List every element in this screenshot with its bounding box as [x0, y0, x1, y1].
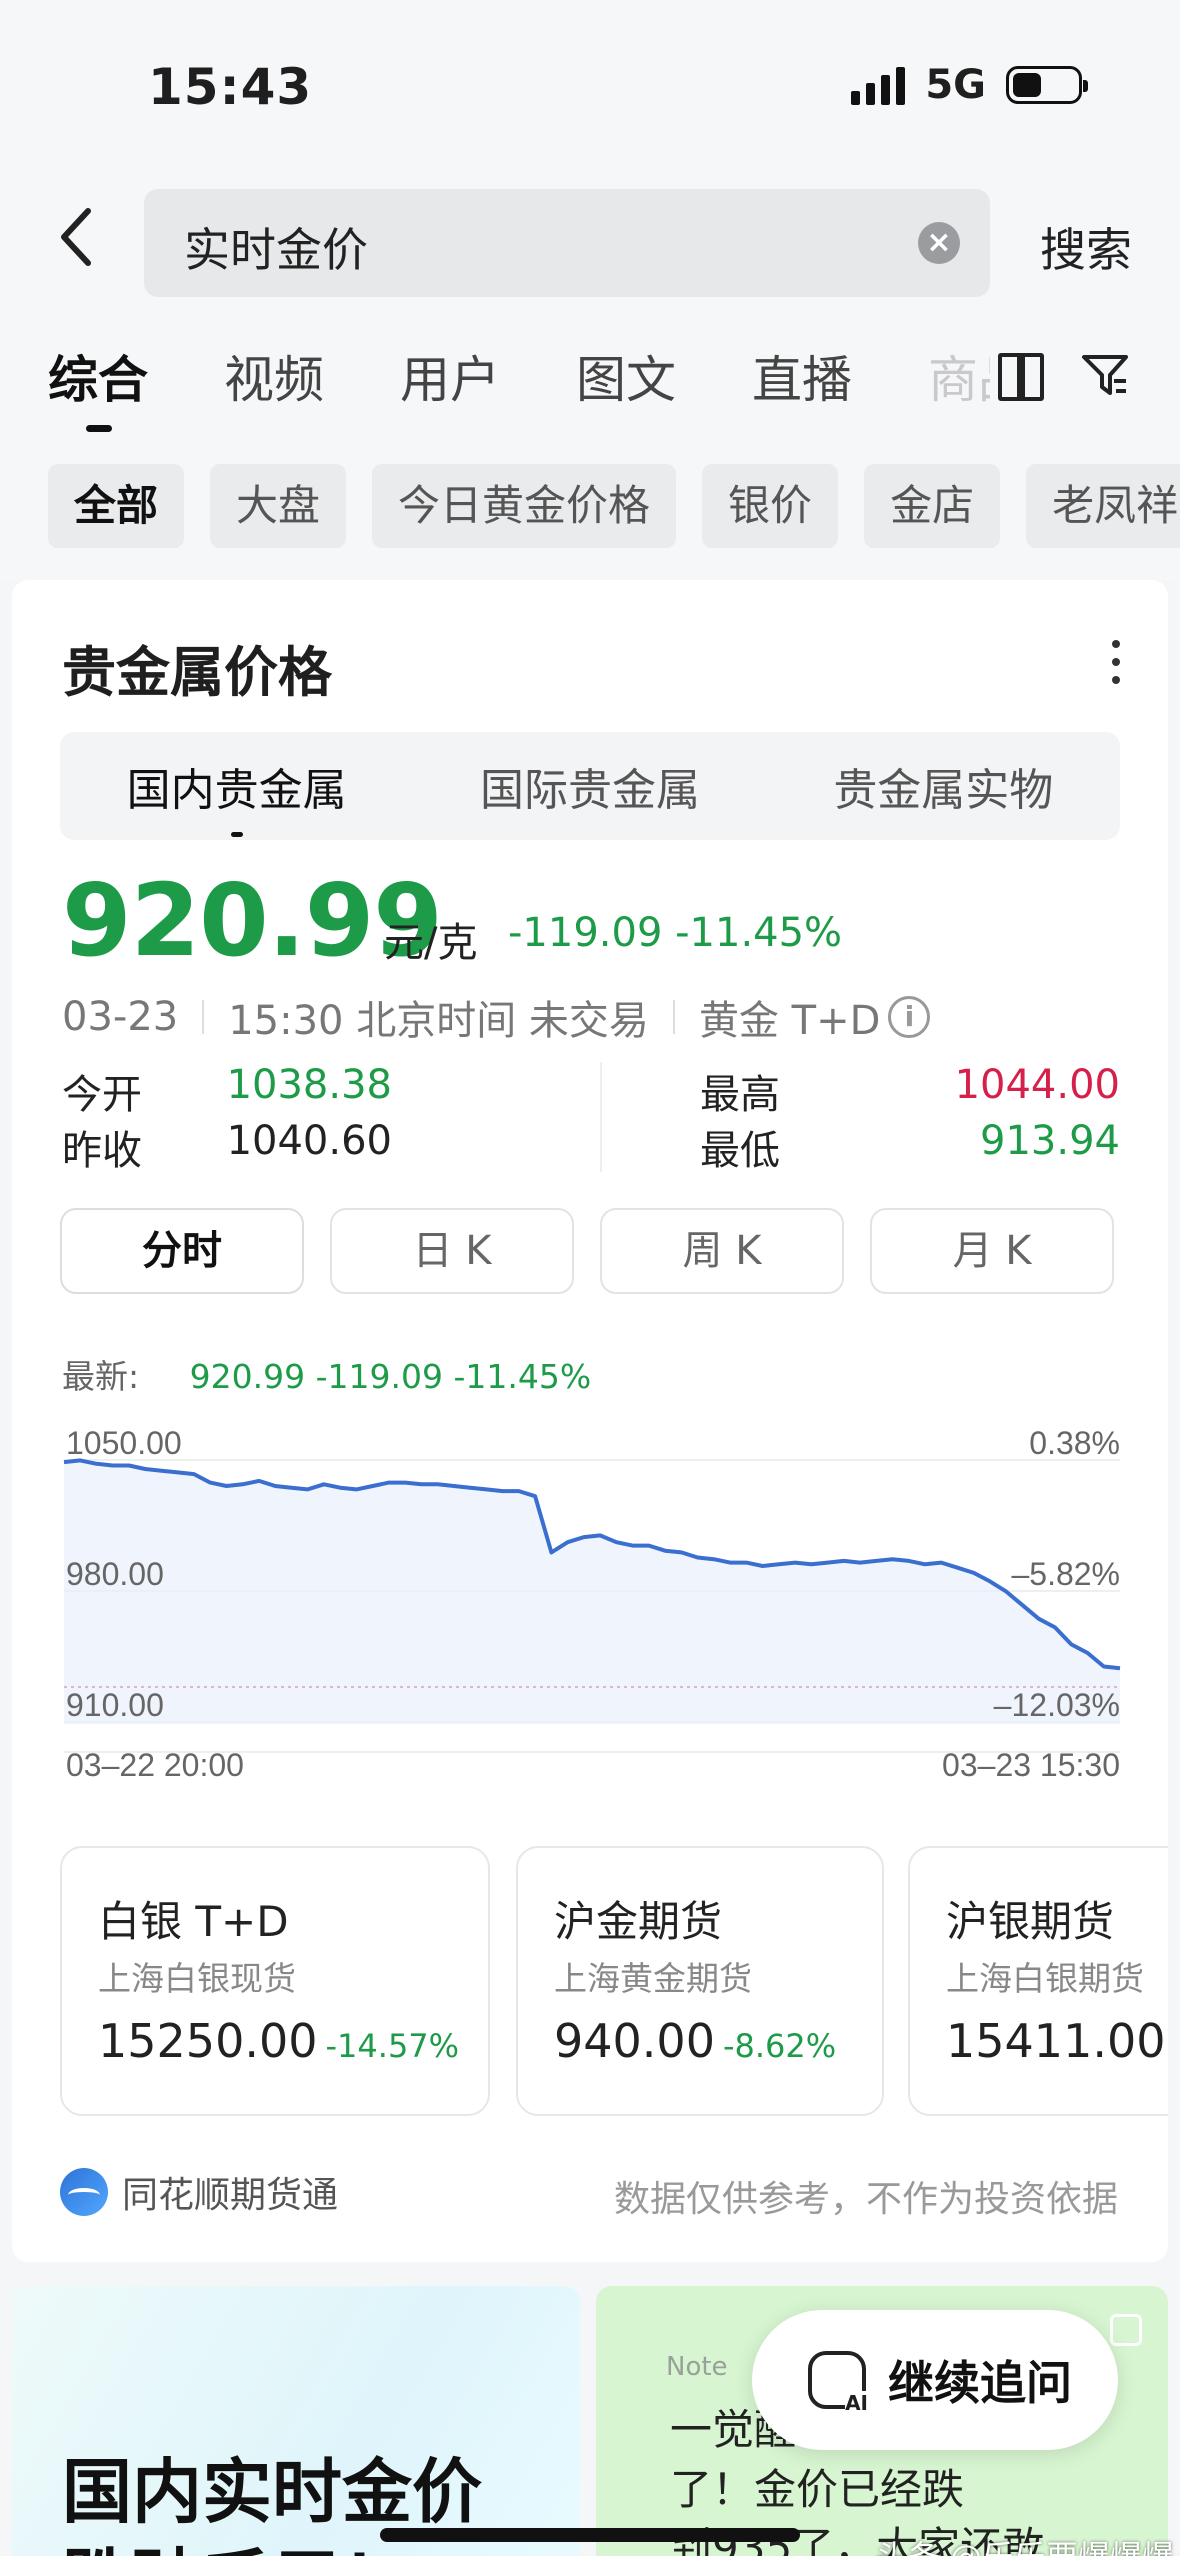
book-view-icon[interactable]: [998, 353, 1044, 401]
disclaimer: 数据仅供参考，不作为投资依据: [613, 2179, 1118, 2220]
mini-card-title: 沪金期货: [554, 1897, 723, 1946]
result-card-left[interactable]: 国内实时金价 跌破千元！: [12, 2286, 580, 2556]
tab-articles[interactable]: 图文: [576, 340, 676, 412]
network-type: 5G: [925, 62, 986, 108]
chip-silver-price[interactable]: 银价: [702, 464, 839, 548]
result-title: 国内实时金价: [62, 2451, 482, 2533]
watermark: 头条 @乐乐要爆爆爆: [876, 2532, 1174, 2556]
ai-badge: AI: [845, 2391, 868, 2415]
chip-laofengxiang[interactable]: 老凤祥: [1026, 464, 1180, 548]
mini-card-sub: 上海白银现货: [98, 1959, 296, 1998]
x-tick-start: 03–22 20:00: [66, 1747, 244, 1780]
tab-live[interactable]: 直播: [752, 340, 852, 412]
tab-video[interactable]: 视频: [224, 340, 324, 412]
series-area: [64, 1460, 1120, 1724]
search-query: 实时金价: [184, 223, 368, 277]
follow-up-button[interactable]: AI 继续追问: [752, 2310, 1118, 2450]
mini-card-pct: -8.62%: [722, 2027, 837, 2065]
chip-gold-price-today[interactable]: 今日黄金价格: [372, 464, 677, 548]
tab-comprehensive[interactable]: 综合: [48, 340, 148, 432]
mini-card-gold-futures[interactable]: 沪金期货 上海黄金期货 940.00 -8.62%: [516, 1846, 884, 2116]
status-icons: 5G: [851, 62, 1088, 108]
checkbox-icon: [1110, 2314, 1142, 2346]
search-button[interactable]: 搜索: [1040, 214, 1132, 280]
clear-icon[interactable]: ×: [918, 222, 960, 264]
tab-tools: [990, 340, 1180, 410]
back-arrow-icon[interactable]: [56, 205, 106, 283]
mini-card-title: 白银 T+D: [98, 1897, 289, 1946]
filter-chips: 全部 大盘 今日黄金价格 银价 金店 老凤祥: [48, 464, 1180, 548]
filter-icon[interactable]: [1080, 351, 1130, 399]
intraday-chart: 1050.00 980.00 910.00 0.38% –5.82% –12.03% 03–…: [63, 1425, 1121, 1780]
mini-card-sub: 上海黄金期货: [554, 1959, 752, 1998]
y-tick-left: 980.00: [66, 1556, 164, 1592]
y-tick-right: –5.82%: [1011, 1556, 1120, 1592]
tonghuashun-logo-icon: [60, 2168, 108, 2216]
y-tick-left: 1050.00: [66, 1425, 182, 1461]
mini-card-pct: -14.57%: [325, 2027, 460, 2065]
result-title-line2: 跌破千元！: [62, 2526, 412, 2556]
mini-card-value: 940.00: [554, 2014, 715, 2068]
battery-icon: [1006, 66, 1088, 104]
mini-card-silver-futures[interactable]: 沪银期货 上海白银期货 15411.00-: [908, 1846, 1168, 2116]
y-tick-left: 910.00: [66, 1687, 164, 1723]
mini-card-value: 15250.00: [98, 2014, 318, 2068]
result-line: 了！金价已经跌: [670, 2465, 965, 2514]
chip-market[interactable]: 大盘: [210, 464, 347, 548]
precious-metals-card: 贵金属价格 国内贵金属 国际贵金属 贵金属实物 920.99 元/克 -119.…: [12, 580, 1168, 2262]
mini-card-silver-td[interactable]: 白银 T+D 上海白银现货 15250.00 -14.57%: [60, 1846, 490, 2116]
search-input[interactable]: 实时金价 ×: [144, 189, 990, 297]
chip-gold-store[interactable]: 金店: [864, 464, 1001, 548]
y-tick-right: –12.03%: [994, 1687, 1120, 1723]
home-indicator: [380, 2528, 800, 2542]
mini-card-sub: 上海白银期货: [946, 1959, 1144, 1998]
category-tabs: 综合 视频 用户 图文 直播 商品: [48, 340, 1104, 432]
status-time: 15:43: [148, 58, 313, 116]
signal-icon: [851, 65, 906, 105]
chip-all[interactable]: 全部: [48, 464, 185, 548]
mini-card-value: 15411.00: [946, 2014, 1166, 2068]
source-name: 同花顺期货通: [122, 2175, 339, 2216]
y-tick-right: 0.38%: [1029, 1425, 1120, 1461]
ai-icon: AI: [808, 2351, 868, 2415]
note-label: Note: [666, 2352, 728, 2382]
mini-card-title: 沪银期货: [946, 1897, 1115, 1946]
tab-users[interactable]: 用户: [400, 340, 500, 412]
data-source[interactable]: 同花顺期货通: [60, 2166, 338, 2218]
follow-up-label: 继续追问: [888, 2356, 1072, 2410]
x-tick-end: 03–23 15:30: [942, 1747, 1120, 1780]
